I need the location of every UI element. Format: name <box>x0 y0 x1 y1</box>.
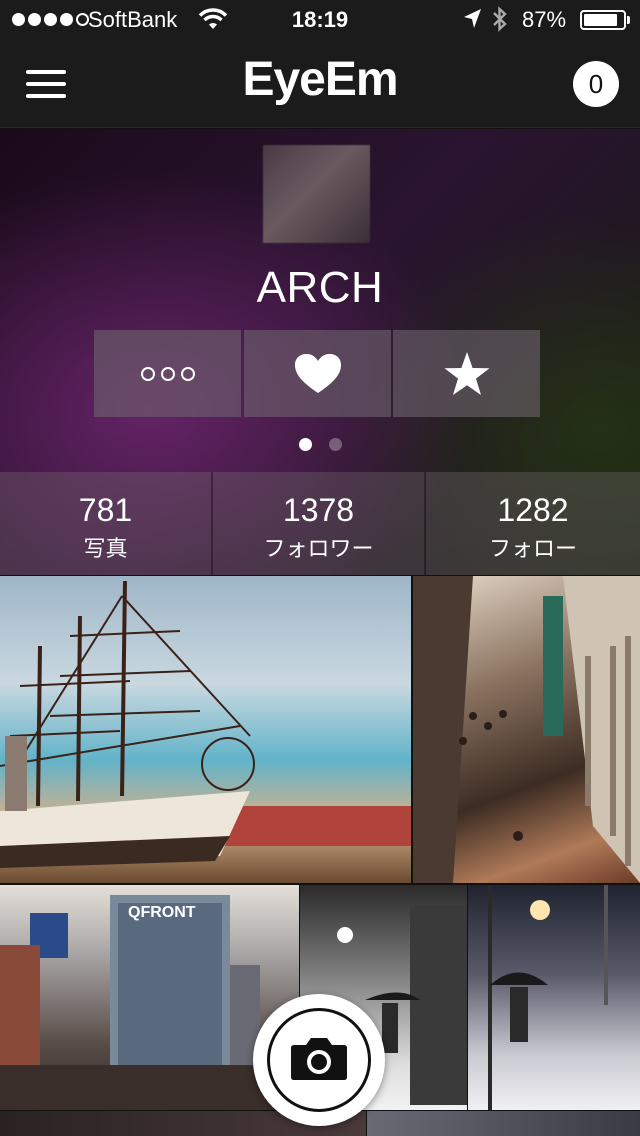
battery-icon <box>580 10 626 30</box>
photo-bottom-right[interactable] <box>367 1111 640 1136</box>
location-arrow-icon <box>462 8 482 35</box>
like-button[interactable] <box>244 330 391 417</box>
camera-icon <box>291 1038 347 1080</box>
photo-snowy-road-umbrella[interactable] <box>468 885 640 1110</box>
stat-followers[interactable]: 1378 フォロワー <box>213 472 426 575</box>
photo-building-atrium[interactable] <box>413 576 640 883</box>
stat-followers-label: フォロワー <box>263 536 374 561</box>
stat-followers-count: 1378 <box>282 492 355 528</box>
nav-bar: EyeEm 0 <box>0 40 640 128</box>
heart-icon <box>294 353 341 393</box>
stat-photos-count: 781 <box>78 492 133 528</box>
stat-following-count: 1282 <box>497 492 569 528</box>
battery-fill <box>584 14 617 26</box>
more-dots-icon <box>140 366 195 381</box>
notification-count-button[interactable]: 0 <box>573 61 619 107</box>
favorite-button[interactable] <box>393 330 540 417</box>
profile-name: ARCH <box>256 263 384 312</box>
stat-photos-label: 写真 <box>83 536 128 561</box>
stat-following-label: フォロー <box>488 536 577 561</box>
battery-tip <box>627 16 630 24</box>
stat-following[interactable]: 1282 フォロー <box>426 472 640 575</box>
profile-header: ARCH 781 写真 1378 フォロワー 1282 フォロー <box>0 129 640 575</box>
page-dot-1[interactable] <box>298 438 312 451</box>
app-title: EyeEm <box>242 53 398 106</box>
stat-photos[interactable]: 781 写真 <box>0 472 213 575</box>
page-dot-2[interactable] <box>328 438 342 451</box>
photo-tall-ship[interactable] <box>0 576 411 883</box>
page-indicator <box>0 438 640 451</box>
status-bar: SoftBank 18:19 87% <box>0 0 640 40</box>
bluetooth-icon <box>492 6 508 37</box>
svg-text:QFRONT: QFRONT <box>128 904 196 921</box>
more-button[interactable] <box>94 330 241 417</box>
battery-percentage: 87% <box>522 7 567 32</box>
camera-button[interactable] <box>253 994 385 1126</box>
stats-bar: 781 写真 1378 フォロワー 1282 フォロー <box>0 472 640 575</box>
star-icon <box>444 351 489 395</box>
avatar[interactable] <box>263 145 370 243</box>
